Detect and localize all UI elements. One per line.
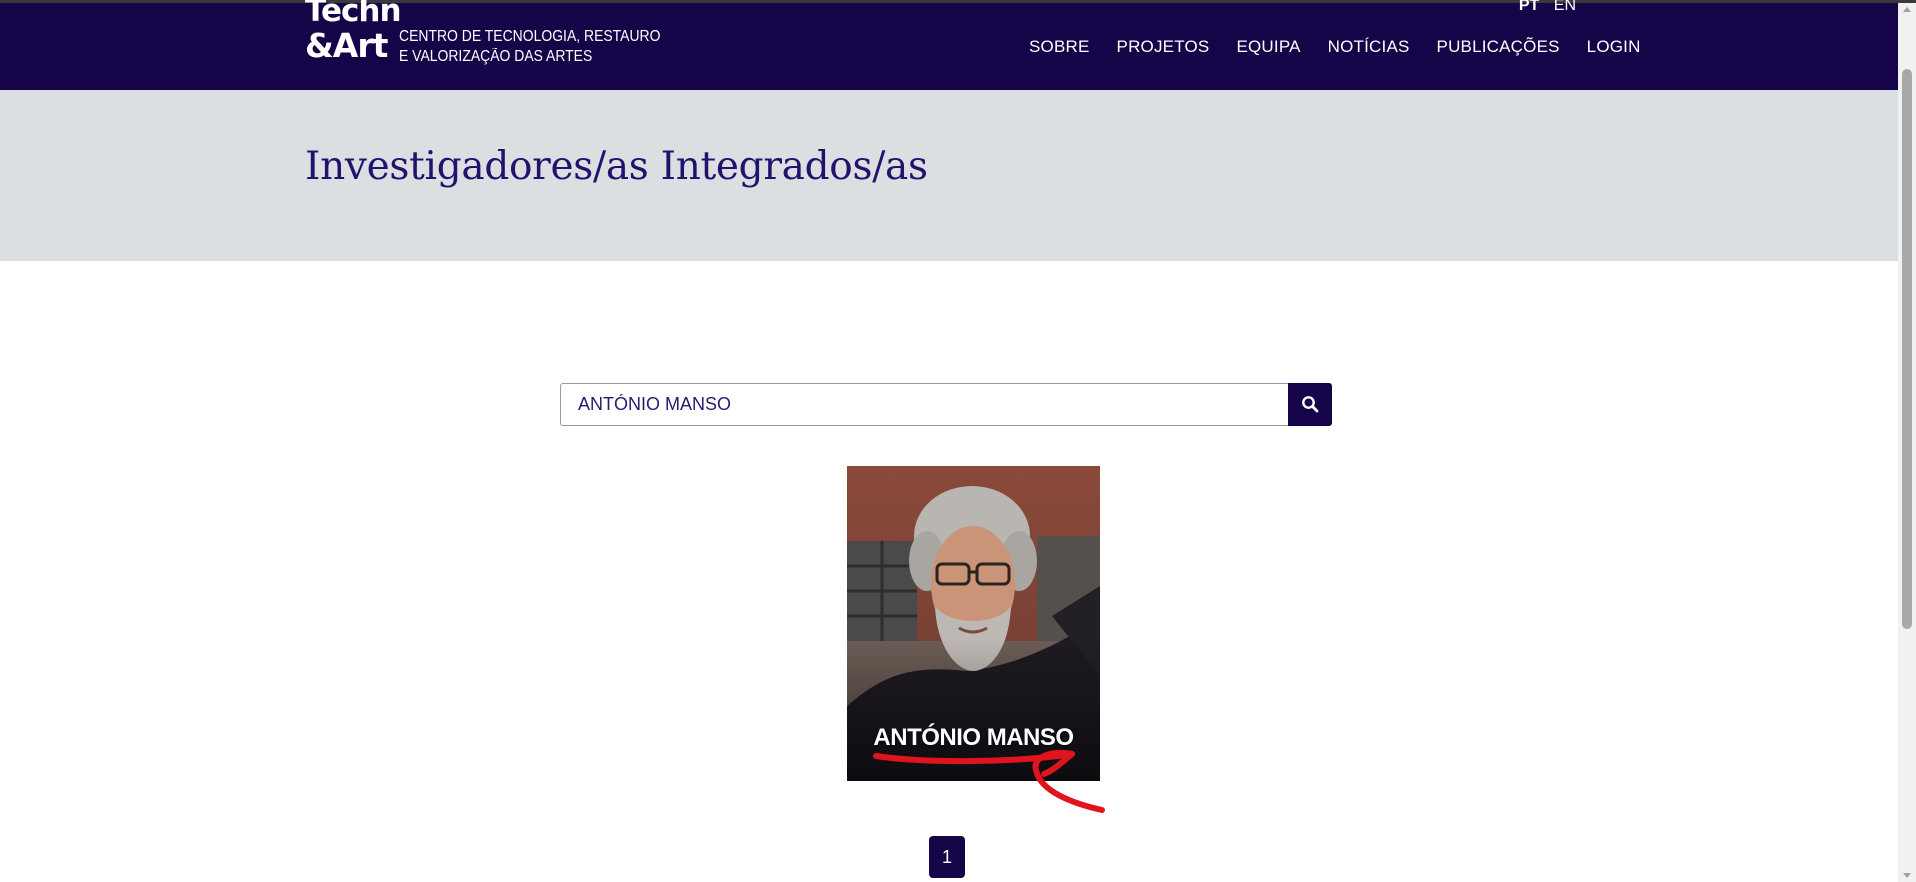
researcher-card[interactable]: ANTÓNIO MANSO xyxy=(847,466,1100,781)
logo-wordmark-line1: Techn xyxy=(305,0,402,29)
vertical-scrollbar[interactable] xyxy=(1898,3,1916,882)
lang-pt-link[interactable]: PT xyxy=(1519,0,1539,14)
language-switcher: PT EN xyxy=(1509,0,1576,15)
scroll-thumb[interactable] xyxy=(1902,69,1912,629)
page-title: Investigadores/as Integrados/as xyxy=(305,144,928,189)
pagination-page-1[interactable]: 1 xyxy=(929,836,965,878)
search-bar xyxy=(560,383,1332,426)
logo-wordmark-line2: &Art xyxy=(305,26,388,65)
main-nav: SOBRE PROJETOS EQUIPA NOTÍCIAS PUBLICAÇÕ… xyxy=(1029,37,1641,57)
scroll-down-arrow-icon[interactable] xyxy=(1903,873,1911,878)
logo-tagline-line1: CENTRO DE TECNOLOGIA, RESTAURO xyxy=(399,28,661,45)
lang-en-link[interactable]: EN xyxy=(1554,0,1576,14)
scroll-up-arrow-icon[interactable] xyxy=(1903,7,1911,12)
nav-projetos[interactable]: PROJETOS xyxy=(1117,37,1210,57)
nav-sobre[interactable]: SOBRE xyxy=(1029,37,1090,57)
site-header: Techn &Art CENTRO DE TECNOLOGIA, RESTAUR… xyxy=(0,0,1898,90)
nav-publicacoes[interactable]: PUBLICAÇÕES xyxy=(1437,37,1560,57)
researcher-name: ANTÓNIO MANSO xyxy=(873,724,1074,751)
logo-tagline-line2: E VALORIZAÇÃO DAS ARTES xyxy=(399,48,593,65)
search-input[interactable] xyxy=(560,383,1288,426)
search-button[interactable] xyxy=(1288,383,1332,426)
nav-login[interactable]: LOGIN xyxy=(1587,37,1641,57)
page-hero: Investigadores/as Integrados/as xyxy=(0,90,1898,261)
nav-noticias[interactable]: NOTÍCIAS xyxy=(1328,37,1410,57)
nav-equipa[interactable]: EQUIPA xyxy=(1236,37,1300,57)
search-icon xyxy=(1302,396,1319,413)
